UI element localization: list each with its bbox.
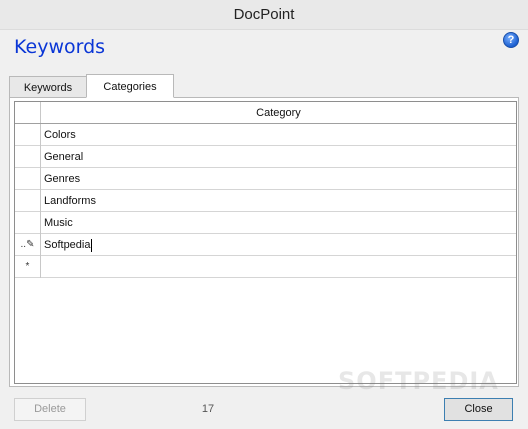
- tab-keywords[interactable]: Keywords: [9, 76, 87, 98]
- row-header[interactable]: [15, 168, 41, 190]
- new-row[interactable]: *: [15, 256, 516, 278]
- delete-button[interactable]: Delete: [14, 398, 86, 421]
- new-row-asterisk-icon[interactable]: *: [15, 256, 41, 278]
- table-row[interactable]: Colors: [15, 124, 516, 146]
- table-row[interactable]: Landforms: [15, 190, 516, 212]
- category-cell-editing[interactable]: Softpedia: [41, 234, 516, 256]
- grid-corner[interactable]: [15, 102, 41, 123]
- table-row[interactable]: Genres: [15, 168, 516, 190]
- edit-pencil-icon[interactable]: ..✎: [15, 234, 41, 256]
- tab-categories[interactable]: Categories: [86, 74, 174, 98]
- grid-header: Category: [15, 102, 516, 124]
- category-cell[interactable]: Music: [41, 212, 516, 234]
- category-cell[interactable]: Colors: [41, 124, 516, 146]
- category-edit-text[interactable]: Softpedia: [44, 239, 90, 251]
- row-header[interactable]: [15, 212, 41, 234]
- row-header[interactable]: [15, 146, 41, 168]
- categories-grid: Category Colors General Genres Landforms…: [14, 101, 517, 384]
- text-caret: [91, 238, 93, 252]
- help-icon[interactable]: ?: [503, 32, 519, 48]
- table-row[interactable]: Music: [15, 212, 516, 234]
- window-title: DocPoint: [0, 0, 528, 30]
- item-count: 17: [201, 403, 215, 415]
- page-heading: Keywords: [14, 36, 106, 58]
- table-row-editing[interactable]: ..✎ Softpedia: [15, 234, 516, 256]
- table-row[interactable]: General: [15, 146, 516, 168]
- category-cell[interactable]: Genres: [41, 168, 516, 190]
- softpedia-watermark: SOFTPEDIA: [338, 367, 499, 395]
- category-cell[interactable]: Landforms: [41, 190, 516, 212]
- docpoint-window: DocPoint Keywords ? Keywords Categories …: [0, 0, 528, 429]
- row-header[interactable]: [15, 124, 41, 146]
- close-button[interactable]: Close: [444, 398, 513, 421]
- row-header[interactable]: [15, 190, 41, 212]
- category-cell[interactable]: General: [41, 146, 516, 168]
- new-category-cell[interactable]: [41, 256, 516, 278]
- column-header-category[interactable]: Category: [41, 102, 516, 123]
